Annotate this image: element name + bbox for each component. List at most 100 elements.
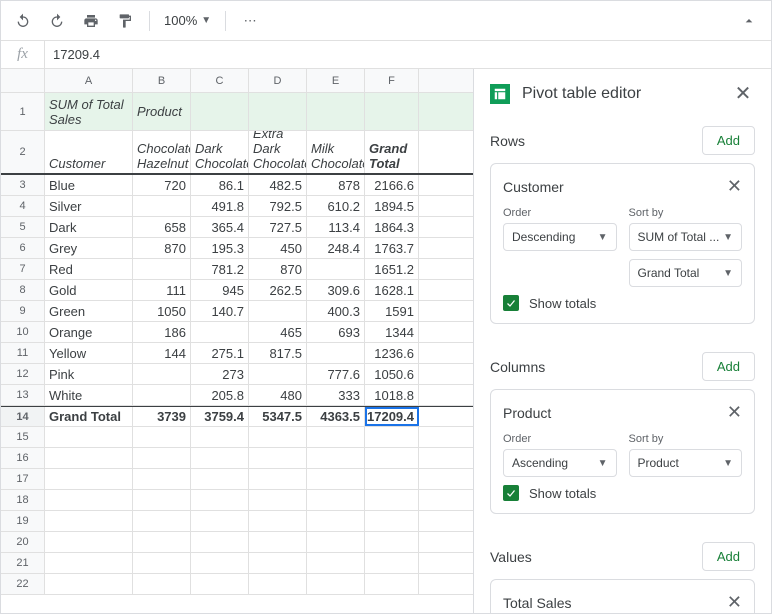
cell[interactable]: 86.1 bbox=[191, 175, 249, 195]
spreadsheet[interactable]: ABCDEF 1SUM of Total SalesProduct2Custom… bbox=[1, 69, 473, 613]
cell[interactable]: 945 bbox=[191, 280, 249, 300]
row-header[interactable]: 13 bbox=[1, 385, 45, 405]
cell[interactable] bbox=[365, 469, 419, 489]
cell[interactable] bbox=[191, 322, 249, 342]
cell[interactable]: 792.5 bbox=[249, 196, 307, 216]
show-totals-checkbox[interactable] bbox=[503, 485, 519, 501]
cell[interactable] bbox=[365, 532, 419, 552]
cell[interactable]: Chocolate Hazelnut bbox=[133, 131, 191, 173]
cell[interactable]: 1763.7 bbox=[365, 238, 419, 258]
add-columns-button[interactable]: Add bbox=[702, 352, 755, 381]
collapse-toolbar-button[interactable] bbox=[735, 7, 763, 35]
cell[interactable]: 1651.2 bbox=[365, 259, 419, 279]
cell[interactable]: 3759.4 bbox=[191, 407, 249, 426]
paint-format-button[interactable] bbox=[111, 7, 139, 35]
row-header[interactable]: 5 bbox=[1, 217, 45, 237]
cell[interactable]: 450 bbox=[249, 238, 307, 258]
remove-icon[interactable]: ✕ bbox=[727, 176, 742, 197]
cell[interactable] bbox=[191, 532, 249, 552]
cell[interactable] bbox=[307, 448, 365, 468]
row-header[interactable]: 7 bbox=[1, 259, 45, 279]
cell[interactable] bbox=[133, 532, 191, 552]
cell[interactable]: 4363.5 bbox=[307, 407, 365, 426]
cell[interactable] bbox=[307, 259, 365, 279]
cell[interactable]: 113.4 bbox=[307, 217, 365, 237]
cell[interactable]: White bbox=[45, 385, 133, 405]
row-header[interactable]: 16 bbox=[1, 448, 45, 468]
cell[interactable] bbox=[307, 469, 365, 489]
sortby-dropdown[interactable]: Product▼ bbox=[629, 449, 743, 477]
cell[interactable] bbox=[249, 301, 307, 321]
row-header[interactable]: 19 bbox=[1, 511, 45, 531]
cell[interactable]: 400.3 bbox=[307, 301, 365, 321]
order-dropdown[interactable]: Ascending▼ bbox=[503, 449, 617, 477]
cell[interactable] bbox=[249, 364, 307, 384]
cell[interactable] bbox=[45, 448, 133, 468]
cell[interactable] bbox=[45, 511, 133, 531]
cell[interactable]: Orange bbox=[45, 322, 133, 342]
cell[interactable]: Dark bbox=[45, 217, 133, 237]
cell[interactable] bbox=[365, 511, 419, 531]
row-header[interactable]: 8 bbox=[1, 280, 45, 300]
redo-button[interactable] bbox=[43, 7, 71, 35]
cell[interactable]: Green bbox=[45, 301, 133, 321]
cell[interactable] bbox=[307, 574, 365, 594]
sortby-dropdown[interactable]: SUM of Total ...▼ bbox=[629, 223, 743, 251]
cell[interactable] bbox=[133, 511, 191, 531]
cell[interactable] bbox=[191, 511, 249, 531]
cell[interactable] bbox=[307, 93, 365, 130]
more-button[interactable]: ⋯ bbox=[236, 7, 264, 35]
row-header[interactable]: 12 bbox=[1, 364, 45, 384]
cell[interactable] bbox=[307, 532, 365, 552]
cell[interactable]: Dark Chocolate bbox=[191, 131, 249, 173]
cell[interactable] bbox=[191, 427, 249, 447]
cell[interactable] bbox=[45, 574, 133, 594]
cell[interactable]: 658 bbox=[133, 217, 191, 237]
cell[interactable]: 309.6 bbox=[307, 280, 365, 300]
row-header[interactable]: 15 bbox=[1, 427, 45, 447]
cell[interactable]: 1628.1 bbox=[365, 280, 419, 300]
cell[interactable] bbox=[45, 427, 133, 447]
cell[interactable]: Pink bbox=[45, 364, 133, 384]
cell[interactable] bbox=[365, 93, 419, 130]
cell[interactable] bbox=[249, 469, 307, 489]
cell[interactable]: 275.1 bbox=[191, 343, 249, 363]
cell[interactable]: 693 bbox=[307, 322, 365, 342]
row-header[interactable]: 14 bbox=[1, 407, 45, 426]
cell[interactable]: 1591 bbox=[365, 301, 419, 321]
select-all-corner[interactable] bbox=[1, 69, 45, 92]
cell[interactable] bbox=[249, 93, 307, 130]
remove-icon[interactable]: ✕ bbox=[727, 592, 742, 613]
cell[interactable]: 262.5 bbox=[249, 280, 307, 300]
col-header-a[interactable]: A bbox=[45, 69, 133, 92]
show-totals-checkbox[interactable] bbox=[503, 295, 519, 311]
cell[interactable]: 1344 bbox=[365, 322, 419, 342]
row-header[interactable]: 10 bbox=[1, 322, 45, 342]
cell[interactable]: 1864.3 bbox=[365, 217, 419, 237]
cell[interactable]: 870 bbox=[249, 259, 307, 279]
print-button[interactable] bbox=[77, 7, 105, 35]
cell[interactable]: 5347.5 bbox=[249, 407, 307, 426]
cell[interactable] bbox=[45, 553, 133, 573]
row-header[interactable]: 9 bbox=[1, 301, 45, 321]
cell[interactable]: 781.2 bbox=[191, 259, 249, 279]
row-header[interactable]: 20 bbox=[1, 532, 45, 552]
cell[interactable]: 610.2 bbox=[307, 196, 365, 216]
cell[interactable] bbox=[133, 574, 191, 594]
cell[interactable]: 3739 bbox=[133, 407, 191, 426]
cell[interactable] bbox=[307, 427, 365, 447]
cell[interactable] bbox=[191, 93, 249, 130]
cell[interactable]: 111 bbox=[133, 280, 191, 300]
cell[interactable] bbox=[133, 427, 191, 447]
cell[interactable]: 777.6 bbox=[307, 364, 365, 384]
cell[interactable]: 870 bbox=[133, 238, 191, 258]
cell[interactable]: SUM of Total Sales bbox=[45, 93, 133, 130]
cell[interactable] bbox=[133, 490, 191, 510]
row-header[interactable]: 18 bbox=[1, 490, 45, 510]
cell[interactable]: Yellow bbox=[45, 343, 133, 363]
cell[interactable] bbox=[307, 511, 365, 531]
cell[interactable] bbox=[45, 490, 133, 510]
cell[interactable]: Customer bbox=[45, 131, 133, 173]
cell[interactable] bbox=[365, 553, 419, 573]
cell[interactable]: 817.5 bbox=[249, 343, 307, 363]
